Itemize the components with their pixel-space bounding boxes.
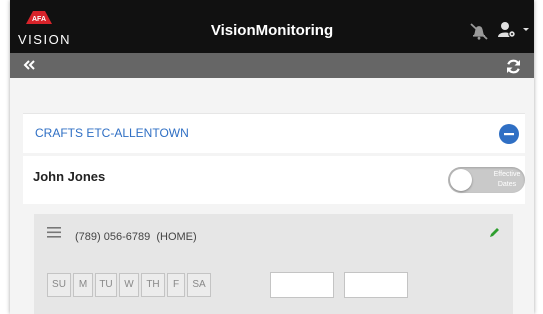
contact-name: John Jones	[33, 169, 106, 184]
day-button-tu[interactable]: TU	[95, 273, 117, 297]
client-header-row[interactable]: CRAFTS ETC-ALLENTOWN	[23, 113, 525, 153]
end-time-input[interactable]	[344, 272, 408, 298]
phone-schedule-card: (789) 056-6789 (HOME) SU M TU W TH F SA	[34, 214, 513, 314]
phone-number-line: (789) 056-6789 (HOME)	[75, 231, 197, 243]
toolbar	[10, 53, 534, 78]
user-menu-button[interactable]	[497, 20, 529, 40]
user-gear-icon	[498, 22, 529, 38]
bell-slash-icon[interactable]	[468, 21, 490, 41]
refresh-icon[interactable]	[505, 58, 522, 75]
day-button-m[interactable]: M	[73, 273, 93, 297]
minus-circle-icon[interactable]	[499, 124, 519, 144]
pencil-icon[interactable]	[489, 227, 500, 238]
toggle-label: Effective Dates	[493, 171, 521, 188]
day-button-w[interactable]: W	[119, 273, 139, 297]
phone-number: (789) 056-6789	[75, 231, 151, 243]
app-title: VisionMonitoring	[210, 22, 334, 39]
app-window: AFA VISION VisionMonitoring CRAFTS ETC-A…	[10, 0, 534, 314]
caret-down-icon	[523, 28, 529, 31]
top-nav-bar: AFA VISION VisionMonitoring	[10, 0, 534, 53]
phone-type: (HOME)	[156, 231, 197, 243]
contact-row: John Jones Effective Dates	[23, 156, 525, 204]
day-button-f[interactable]: F	[167, 273, 185, 297]
day-button-sa[interactable]: SA	[187, 273, 211, 297]
day-button-th[interactable]: TH	[141, 273, 165, 297]
toggle-knob	[450, 169, 472, 191]
hamburger-icon[interactable]	[47, 227, 61, 238]
client-name: CRAFTS ETC-ALLENTOWN	[35, 126, 189, 140]
start-time-input[interactable]	[270, 272, 334, 298]
double-chevron-left-icon[interactable]	[22, 58, 36, 72]
day-button-su[interactable]: SU	[47, 273, 71, 297]
effective-dates-toggle[interactable]: Effective Dates	[448, 167, 525, 193]
